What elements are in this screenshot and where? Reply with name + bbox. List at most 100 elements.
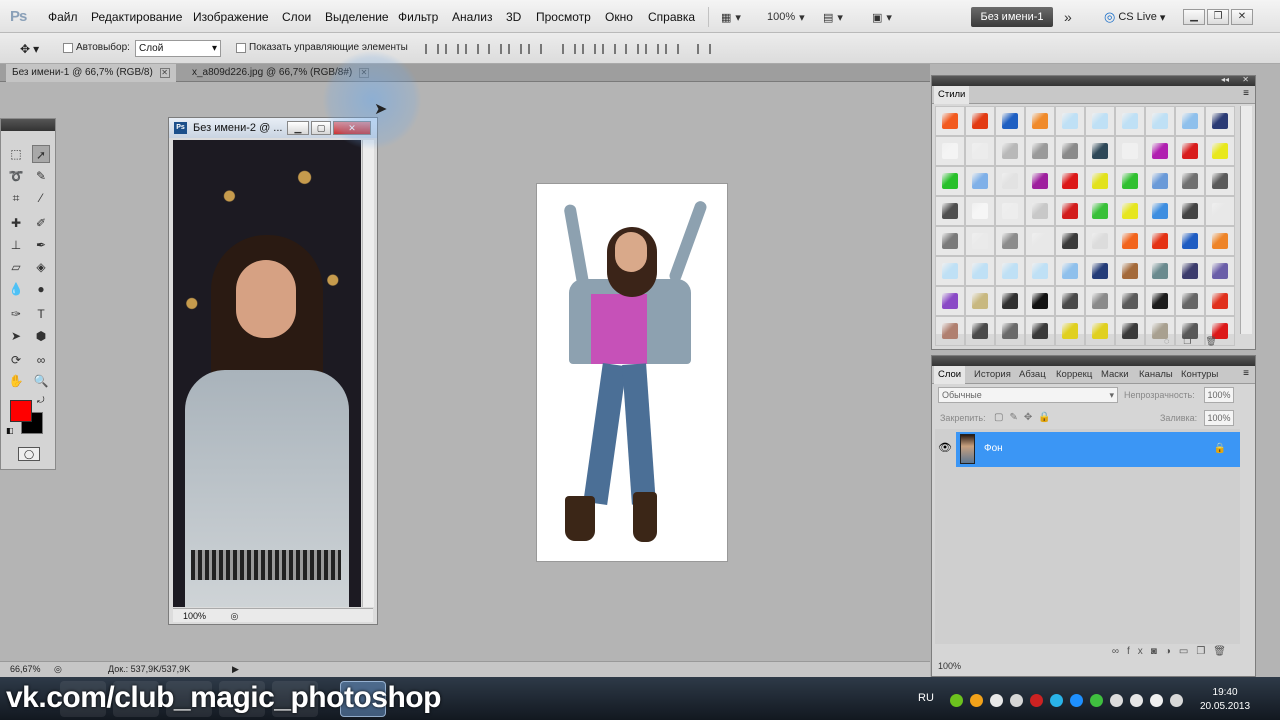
crop-tool-icon[interactable]: ⌗	[7, 189, 25, 207]
brush-tool-icon[interactable]: ✐	[32, 214, 50, 232]
distribute-right-icon[interactable]	[665, 44, 679, 54]
zoom-tool-icon[interactable]: 🔍	[32, 372, 50, 390]
system-clock[interactable]: 19:40 20.05.2013	[1200, 686, 1250, 714]
tab-history[interactable]: История	[970, 366, 1015, 384]
styles-panel-header[interactable]: ◂◂ ✕	[932, 75, 1255, 86]
zoom-dropdown[interactable]: 100% ▾	[767, 8, 805, 26]
type-tool-icon[interactable]: T	[32, 305, 50, 323]
distribute-left-icon[interactable]	[625, 44, 639, 54]
tab-document-1[interactable]: Без имени-1 @ 66,7% (RGB/8) ✕	[6, 64, 176, 82]
style-swatch[interactable]	[965, 106, 995, 136]
align-vcenter-icon[interactable]	[445, 44, 459, 54]
tab-adjustments[interactable]: Коррекц	[1052, 366, 1096, 384]
distribute-top-icon[interactable]	[562, 44, 576, 54]
auto-align-icon[interactable]	[697, 44, 711, 54]
tray-icon-5[interactable]	[1030, 694, 1043, 707]
blur-tool-icon[interactable]: 💧	[7, 280, 25, 298]
style-swatch[interactable]	[1055, 106, 1085, 136]
pen-tool-icon[interactable]: ✑	[7, 305, 25, 323]
status-zoom[interactable]: 66,67%	[10, 664, 41, 674]
style-swatch[interactable]	[935, 286, 965, 316]
status-info-icon[interactable]: ◎	[231, 611, 239, 621]
style-swatch[interactable]	[1085, 136, 1115, 166]
align-left-icon[interactable]	[488, 44, 502, 54]
paint-bucket-tool-icon[interactable]: ◈	[32, 258, 50, 276]
style-swatch[interactable]	[995, 196, 1025, 226]
document-zoom[interactable]: 100%	[183, 611, 206, 621]
menu-help[interactable]: Справка	[648, 10, 695, 24]
style-swatch[interactable]	[1085, 256, 1115, 286]
style-swatch[interactable]	[1115, 316, 1145, 346]
document-photo[interactable]	[173, 140, 361, 607]
marquee-tool-icon[interactable]: ⬚	[7, 145, 25, 163]
align-top-icon[interactable]	[425, 44, 439, 54]
styles-scrollbar[interactable]	[1240, 106, 1252, 334]
style-swatch[interactable]	[935, 166, 965, 196]
tray-icon-10[interactable]	[1130, 694, 1143, 707]
tray-icon-6[interactable]	[1050, 694, 1063, 707]
tray-icon-9[interactable]	[1110, 694, 1123, 707]
menu-3d[interactable]: 3D	[506, 10, 521, 24]
style-swatch[interactable]	[1055, 226, 1085, 256]
style-swatch[interactable]	[1055, 256, 1085, 286]
layer-row-background[interactable]: Фон 🔒	[956, 432, 1240, 467]
style-swatch[interactable]	[1175, 136, 1205, 166]
style-swatch[interactable]	[1145, 196, 1175, 226]
tray-icon-11[interactable]	[1150, 694, 1163, 707]
menu-filter[interactable]: Фильтр	[398, 10, 438, 24]
style-swatch[interactable]	[1145, 286, 1175, 316]
style-swatch[interactable]	[1085, 316, 1115, 346]
menu-image[interactable]: Изображение	[193, 10, 269, 24]
style-swatch[interactable]	[1115, 196, 1145, 226]
style-swatch[interactable]	[1145, 256, 1175, 286]
hand-tool-icon[interactable]: ✋	[7, 372, 25, 390]
default-colors-icon[interactable]: ◧	[6, 426, 14, 435]
shape-tool-icon[interactable]: ⬢	[32, 327, 50, 345]
style-swatch[interactable]	[965, 316, 995, 346]
swap-colors-icon[interactable]: ⤾	[37, 395, 45, 406]
style-swatch[interactable]	[1175, 256, 1205, 286]
style-swatch[interactable]	[935, 226, 965, 256]
distribute-vcenter-icon[interactable]	[582, 44, 596, 54]
style-swatch[interactable]	[1175, 196, 1205, 226]
style-swatch[interactable]	[1205, 166, 1235, 196]
style-swatch[interactable]	[965, 196, 995, 226]
collapse-icon[interactable]: ◂◂	[1221, 75, 1229, 84]
cs-live-button[interactable]: ◎ CS Live ▾	[1104, 9, 1165, 25]
style-swatch[interactable]	[1025, 106, 1055, 136]
align-bottom-icon[interactable]	[465, 44, 479, 54]
style-swatch[interactable]	[995, 316, 1025, 346]
styles-footer-icons[interactable]: ◌❐🗑	[1164, 336, 1231, 347]
tab-layers[interactable]: Слои	[934, 366, 966, 384]
align-right-icon[interactable]	[528, 44, 542, 54]
style-swatch[interactable]	[965, 286, 995, 316]
dodge-tool-icon[interactable]: ●	[32, 280, 50, 298]
style-swatch[interactable]	[1055, 166, 1085, 196]
style-swatch[interactable]	[1145, 226, 1175, 256]
style-swatch[interactable]	[1025, 166, 1055, 196]
style-swatch[interactable]	[995, 136, 1025, 166]
style-swatch[interactable]	[1025, 286, 1055, 316]
style-swatch[interactable]	[1055, 136, 1085, 166]
autoselect-dropdown[interactable]: Слой ▾	[135, 40, 221, 57]
close-icon[interactable]: ✕	[159, 68, 170, 78]
style-swatch[interactable]	[1115, 286, 1145, 316]
style-swatch[interactable]	[1115, 226, 1145, 256]
style-swatch[interactable]	[995, 106, 1025, 136]
move-tool-preset[interactable]: ✥ ▾	[20, 42, 39, 56]
fill-field[interactable]: 100%	[1204, 410, 1234, 426]
style-swatch[interactable]	[935, 256, 965, 286]
style-swatch[interactable]	[995, 226, 1025, 256]
minimize-button[interactable]: ▁	[1183, 9, 1205, 25]
arrange-docs-button[interactable]: ▤ ▾	[823, 8, 843, 26]
menu-select[interactable]: Выделение	[325, 10, 389, 24]
style-swatch[interactable]	[965, 136, 995, 166]
style-swatch[interactable]	[1145, 106, 1175, 136]
style-swatch[interactable]	[1145, 136, 1175, 166]
double-chevron-icon[interactable]: »	[1064, 8, 1072, 26]
style-swatch[interactable]	[1085, 196, 1115, 226]
workspace-button[interactable]: Без имени-1	[971, 7, 1053, 27]
blend-mode-dropdown[interactable]: Обычные ▾	[938, 387, 1118, 403]
style-swatch[interactable]	[1085, 166, 1115, 196]
visibility-eye-icon[interactable]: 👁	[938, 441, 952, 454]
